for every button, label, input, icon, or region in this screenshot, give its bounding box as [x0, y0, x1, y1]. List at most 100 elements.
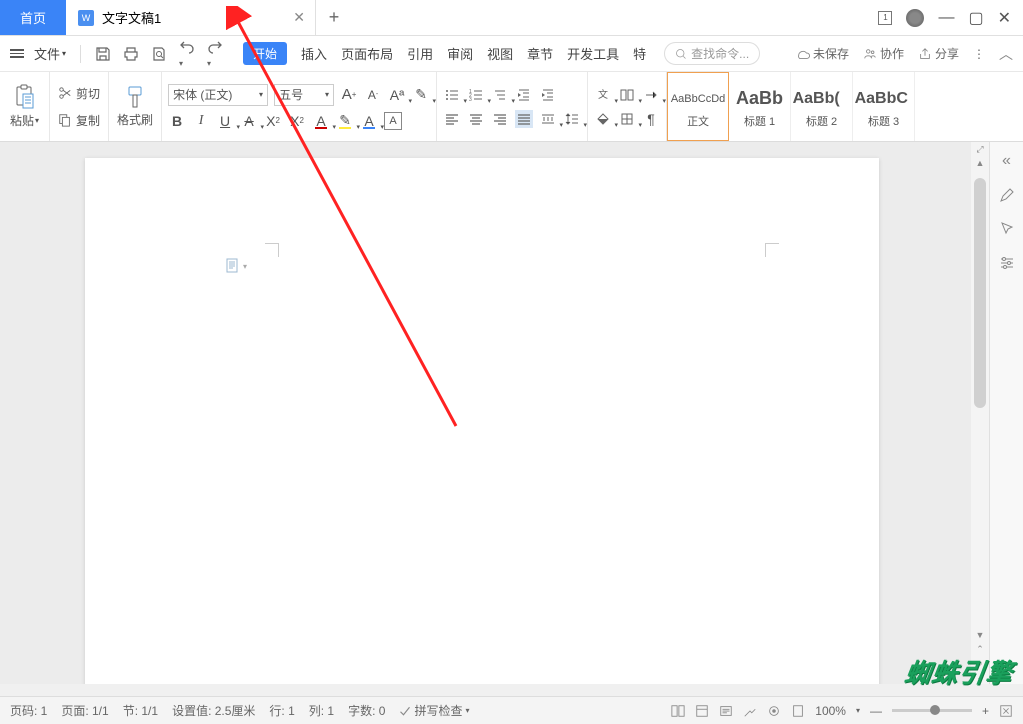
clear-format-icon[interactable]: ✎	[412, 86, 430, 104]
zoom-level[interactable]: 100%	[815, 704, 846, 718]
style-heading2[interactable]: AaBb( 标题 2	[791, 72, 853, 141]
shrink-font-icon[interactable]: A-	[364, 86, 382, 104]
status-spellcheck[interactable]: 拼写检查▾	[399, 702, 469, 719]
collapse-ribbon-icon[interactable]: ︿	[999, 44, 1013, 64]
increase-indent-icon[interactable]	[539, 86, 557, 104]
app-menu-icon[interactable]	[10, 49, 24, 58]
highlight-button[interactable]: ✎	[336, 112, 354, 130]
tab-document[interactable]: W 文字文稿1 ✕	[66, 0, 316, 35]
status-row[interactable]: 行: 1	[269, 702, 294, 719]
align-center-icon[interactable]	[467, 110, 485, 128]
font-color-button[interactable]: A	[312, 112, 330, 130]
status-wordcount[interactable]: 字数: 0	[348, 702, 385, 719]
format-painter-label[interactable]: 格式刷	[117, 111, 153, 128]
select-pane-icon[interactable]	[998, 220, 1016, 238]
scroll-restore-icon[interactable]: ⤢	[971, 142, 989, 156]
ribbon-tab-start[interactable]: 开始	[243, 42, 287, 65]
style-normal[interactable]: AaBbCcDd 正文	[667, 72, 729, 141]
scroll-up-icon[interactable]: ▲	[971, 156, 989, 170]
bold-button[interactable]: B	[168, 112, 186, 130]
font-name-select[interactable]: 宋体 (正文)▾	[168, 84, 268, 106]
maximize-button[interactable]: ▢	[968, 8, 983, 28]
style-heading3[interactable]: AaBbC 标题 3	[853, 72, 915, 141]
view-reading-icon[interactable]	[719, 704, 733, 718]
scroll-thumb[interactable]	[974, 178, 986, 408]
status-col[interactable]: 列: 1	[309, 702, 334, 719]
view-fullscreen-icon[interactable]	[767, 704, 781, 718]
style-heading1[interactable]: AaBb 标题 1	[729, 72, 791, 141]
page-down-icon[interactable]: ⌄	[971, 670, 989, 684]
save-icon[interactable]	[95, 46, 111, 62]
user-avatar[interactable]	[906, 9, 924, 27]
print-preview-icon[interactable]	[151, 46, 167, 62]
format-painter-icon[interactable]	[125, 85, 145, 109]
ribbon-tab-page-layout[interactable]: 页面布局	[341, 44, 393, 63]
more-panels-icon[interactable]: ⋯	[998, 654, 1016, 674]
collab-button[interactable]: 协作	[863, 45, 904, 62]
page-up-icon[interactable]: ⌃	[971, 642, 989, 656]
bullets-icon[interactable]	[443, 86, 461, 104]
character-border-button[interactable]: A	[384, 112, 402, 130]
change-case-icon[interactable]: Aª	[388, 86, 406, 104]
undo-icon[interactable]: ▾	[179, 38, 195, 69]
page-action-icon[interactable]: ▾	[225, 258, 247, 274]
tab-close-icon[interactable]: ✕	[293, 9, 305, 26]
ribbon-tab-special[interactable]: 特	[633, 44, 646, 63]
line-spacing-icon[interactable]	[563, 110, 581, 128]
align-right-icon[interactable]	[491, 110, 509, 128]
document-workspace[interactable]: ▾	[0, 142, 989, 684]
italic-button[interactable]: I	[192, 112, 210, 130]
decrease-indent-icon[interactable]	[515, 86, 533, 104]
vertical-scrollbar[interactable]: ⤢ ▲ ▼ ⌃ ○ ⌄	[971, 142, 989, 684]
status-setting[interactable]: 设置值: 2.5厘米	[172, 702, 255, 719]
ribbon-tab-chapter[interactable]: 章节	[527, 44, 553, 63]
view-outline-icon[interactable]	[695, 704, 709, 718]
zoom-slider[interactable]	[892, 709, 972, 712]
view-print-layout-icon[interactable]	[671, 704, 685, 718]
close-window-button[interactable]: ✕	[998, 8, 1011, 28]
browse-object-icon[interactable]: ○	[971, 656, 989, 670]
share-button[interactable]: 分享	[918, 45, 959, 62]
align-justify-icon[interactable]	[515, 110, 533, 128]
zoom-out-button[interactable]: —	[870, 704, 882, 718]
unsaved-indicator[interactable]: 未保存	[796, 45, 849, 62]
tab-home[interactable]: 首页	[0, 0, 66, 35]
font-size-select[interactable]: 五号▾	[274, 84, 334, 106]
strike-button[interactable]: A	[240, 112, 258, 130]
numbering-icon[interactable]: 123	[467, 86, 485, 104]
copy-button[interactable]: 复制	[56, 111, 102, 130]
ribbon-tab-devtools[interactable]: 开发工具	[567, 44, 619, 63]
redo-icon[interactable]: ▾	[207, 38, 223, 69]
status-page[interactable]: 页面: 1/1	[61, 702, 108, 719]
status-page-no[interactable]: 页码: 1	[10, 702, 47, 719]
command-search[interactable]: 查找命令...	[664, 42, 760, 65]
ribbon-tab-view[interactable]: 视图	[487, 44, 513, 63]
edit-pane-icon[interactable]	[998, 186, 1016, 204]
columns-icon[interactable]	[618, 86, 636, 104]
scroll-down-icon[interactable]: ▼	[971, 628, 989, 642]
text-direction-icon[interactable]: 文	[594, 86, 612, 104]
distribute-icon[interactable]	[539, 110, 557, 128]
more-menu-icon[interactable]: ⋮	[973, 47, 985, 61]
minimize-button[interactable]: —	[938, 9, 954, 27]
multilevel-icon[interactable]	[491, 86, 509, 104]
fit-page-icon[interactable]	[999, 704, 1013, 718]
cut-button[interactable]: 剪切	[56, 84, 102, 103]
grow-font-icon[interactable]: A+	[340, 86, 358, 104]
ribbon-tab-review[interactable]: 审阅	[447, 44, 473, 63]
writing-mode-icon[interactable]	[642, 86, 660, 104]
document-page[interactable]: ▾	[85, 158, 879, 684]
view-web-icon[interactable]	[743, 704, 757, 718]
tab-add-button[interactable]: +	[316, 0, 352, 35]
collapse-pane-icon[interactable]: «	[998, 152, 1016, 170]
zoom-in-button[interactable]: +	[982, 704, 989, 718]
ribbon-tab-references[interactable]: 引用	[407, 44, 433, 63]
underline-button[interactable]: U	[216, 112, 234, 130]
align-left-icon[interactable]	[443, 110, 461, 128]
subscript-button[interactable]: X2	[288, 112, 306, 130]
border-icon[interactable]	[618, 110, 636, 128]
shading-icon[interactable]	[594, 110, 612, 128]
ribbon-tab-insert[interactable]: 插入	[301, 44, 327, 63]
paste-icon[interactable]	[14, 84, 36, 110]
superscript-button[interactable]: X2	[264, 112, 282, 130]
